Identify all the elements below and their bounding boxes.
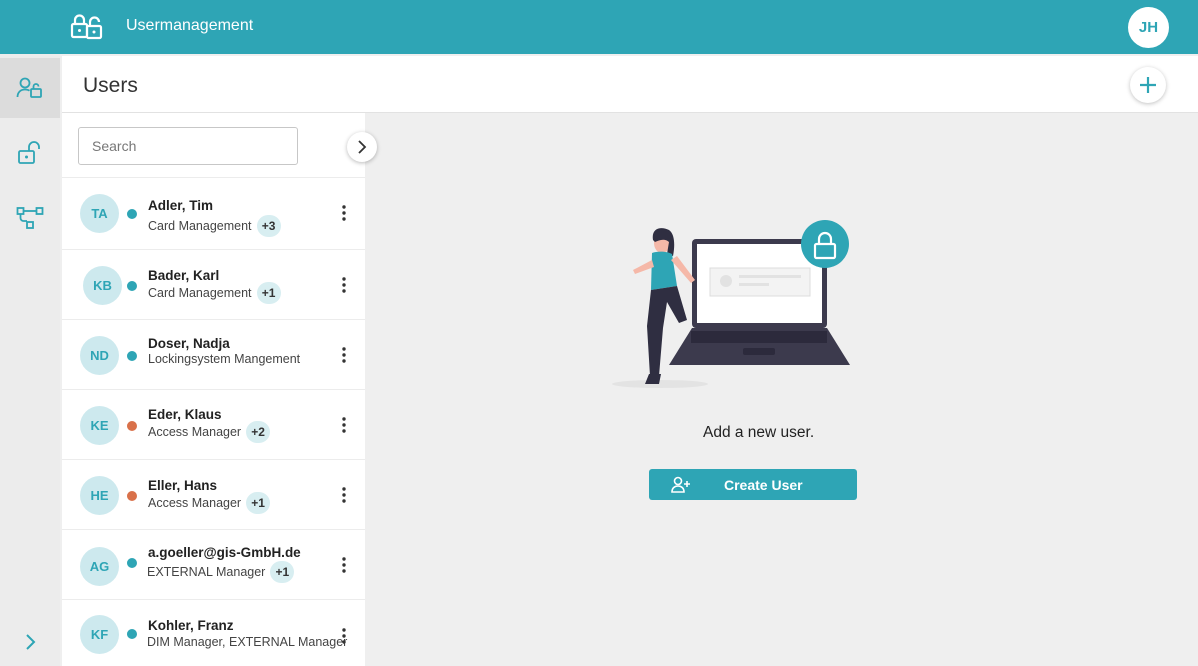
user-list-item[interactable]: TA Adler, Tim Card Management +3 [62,177,365,247]
top-bar: Usermanagement JH [0,0,1198,54]
chevron-right-icon [26,634,36,650]
user-list-panel: TA Adler, Tim Card Management +3 KB Bade… [62,113,365,666]
app-title: Usermanagement [126,17,254,34]
nav-hierarchy[interactable] [0,188,60,248]
extra-roles-badge: +3 [256,215,281,237]
kebab-menu-icon [342,628,346,644]
add-user-icon [671,476,690,493]
user-list-item[interactable]: KE Eder, Klaus Access Manager +2 [62,389,365,459]
kebab-menu-icon [342,277,346,293]
kebab-menu-icon [342,347,346,363]
extra-roles-badge: +1 [256,282,281,304]
user-list-item[interactable]: AG a.goeller@gis-GmbH.de EXTERNAL Manage… [62,529,365,599]
user-role: Lockingsystem Mangement [148,352,301,366]
user-list-item[interactable]: ND Doser, Nadja Lockingsystem Mangement [62,319,365,389]
user-initials-avatar: HE [80,476,119,515]
more-options-button[interactable] [338,346,350,364]
more-options-button[interactable] [338,416,350,434]
search-input[interactable] [78,127,298,165]
status-dot [127,351,137,361]
user-name: a.goeller@gis-GmbH.de [148,545,301,560]
user-name: Kohler, Franz [148,618,234,633]
kebab-menu-icon [342,417,346,433]
user-lock-icon [16,77,42,98]
left-navigation-rail [0,54,60,666]
user-initials-avatar: ND [80,336,119,375]
nav-users[interactable] [0,58,60,118]
status-dot [127,491,137,501]
status-dot [127,281,137,291]
user-role: Access Manager [148,496,242,510]
empty-state-text: Add a new user. [703,424,815,441]
user-list-item[interactable]: KB Bader, Karl Card Management +1 [62,249,365,319]
collapse-list-button[interactable] [347,132,377,162]
user-name: Bader, Karl [148,268,220,283]
status-dot [127,209,137,219]
status-dot [127,421,137,431]
plus-icon [1140,77,1156,93]
hierarchy-icon [16,207,44,229]
expand-rail-button[interactable] [18,630,42,654]
unlock-icon [18,141,40,164]
kebab-menu-icon [342,557,346,573]
extra-roles-badge: +2 [246,421,271,443]
chevron-right-icon [358,140,367,154]
user-name: Doser, Nadja [148,336,230,351]
create-user-button[interactable]: Create User [649,469,857,500]
nav-locks[interactable] [0,123,60,183]
user-initials-avatar: KF [80,615,119,654]
user-name: Eller, Hans [148,478,218,493]
user-name: Adler, Tim [148,198,214,213]
extra-roles-badge: +1 [246,492,271,514]
more-options-button[interactable] [338,627,350,645]
user-list-item[interactable]: HE Eller, Hans Access Manager +1 [62,459,365,529]
create-user-label: Create User [724,477,803,493]
extra-roles-badge: +1 [270,561,295,583]
user-initials-avatar: KB [83,266,122,305]
more-options-button[interactable] [338,486,350,504]
user-initials-avatar: TA [80,194,119,233]
status-dot [127,629,137,639]
more-options-button[interactable] [338,204,350,222]
user-role: Access Manager [148,425,242,439]
user-role: EXTERNAL Manager [147,565,266,579]
user-name: Eder, Klaus [148,407,222,422]
status-dot [127,558,137,568]
woman-with-laptop-illustration [612,220,850,388]
user-list-item[interactable]: KF Kohler, Franz DIM Manager, EXTERNAL M… [62,599,365,666]
more-options-button[interactable] [338,556,350,574]
locks-logo-icon [70,14,103,40]
user-role: Card Management [148,286,252,300]
more-options-button[interactable] [338,276,350,294]
user-role: DIM Manager, EXTERNAL Manager [147,635,348,649]
page-title: Users [83,74,138,97]
user-avatar[interactable]: JH [1128,7,1169,48]
add-user-button[interactable] [1130,67,1166,103]
page-header: Users [62,56,1198,113]
user-initials-avatar: KE [80,406,119,445]
kebab-menu-icon [342,487,346,503]
user-initials-avatar: AG [80,547,119,586]
kebab-menu-icon [342,205,346,221]
user-role: Card Management [148,219,252,233]
